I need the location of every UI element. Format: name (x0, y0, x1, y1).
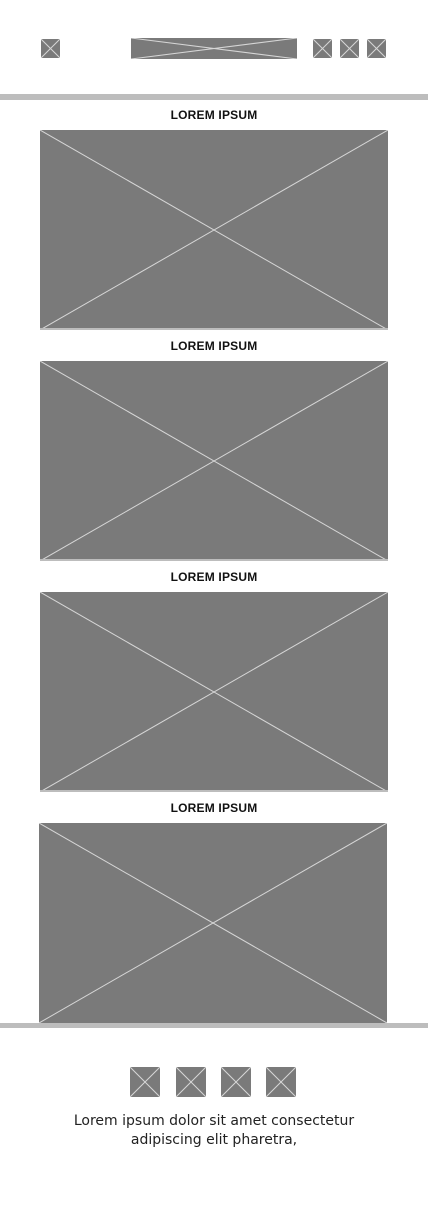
section-image-2[interactable] (40, 361, 388, 561)
footer-text-line-2: adipiscing elit pharetra, (130, 1132, 298, 1148)
section-image-3-underline (40, 790, 388, 792)
section-title-3: LOREM IPSUM (170, 570, 258, 584)
section-image-1[interactable] (40, 130, 388, 330)
header-action-icon-2[interactable] (340, 39, 359, 58)
section-image-2-underline (40, 559, 388, 561)
header-divider (0, 94, 428, 100)
social-icon-4[interactable] (266, 1067, 296, 1097)
footer-text-line-1: Lorem ipsum dolor sit amet consectetur (73, 1113, 355, 1129)
section-image-4[interactable] (39, 823, 387, 1023)
section-image-1-underline (40, 328, 388, 330)
section-image-3[interactable] (40, 592, 388, 792)
footer-text: Lorem ipsum dolor sit amet consectetur a… (20, 1112, 408, 1150)
section-title-1: LOREM IPSUM (170, 108, 258, 122)
social-icon-3[interactable] (221, 1067, 251, 1097)
social-icon-2[interactable] (176, 1067, 206, 1097)
header-action-icon-1[interactable] (313, 39, 332, 58)
section-title-4: LOREM IPSUM (170, 801, 258, 815)
footer-divider (0, 1023, 428, 1028)
header-action-icon-3[interactable] (367, 39, 386, 58)
logo-image[interactable] (131, 38, 297, 59)
section-title-2: LOREM IPSUM (170, 339, 258, 353)
social-icon-1[interactable] (130, 1067, 160, 1097)
menu-icon[interactable] (41, 39, 60, 58)
